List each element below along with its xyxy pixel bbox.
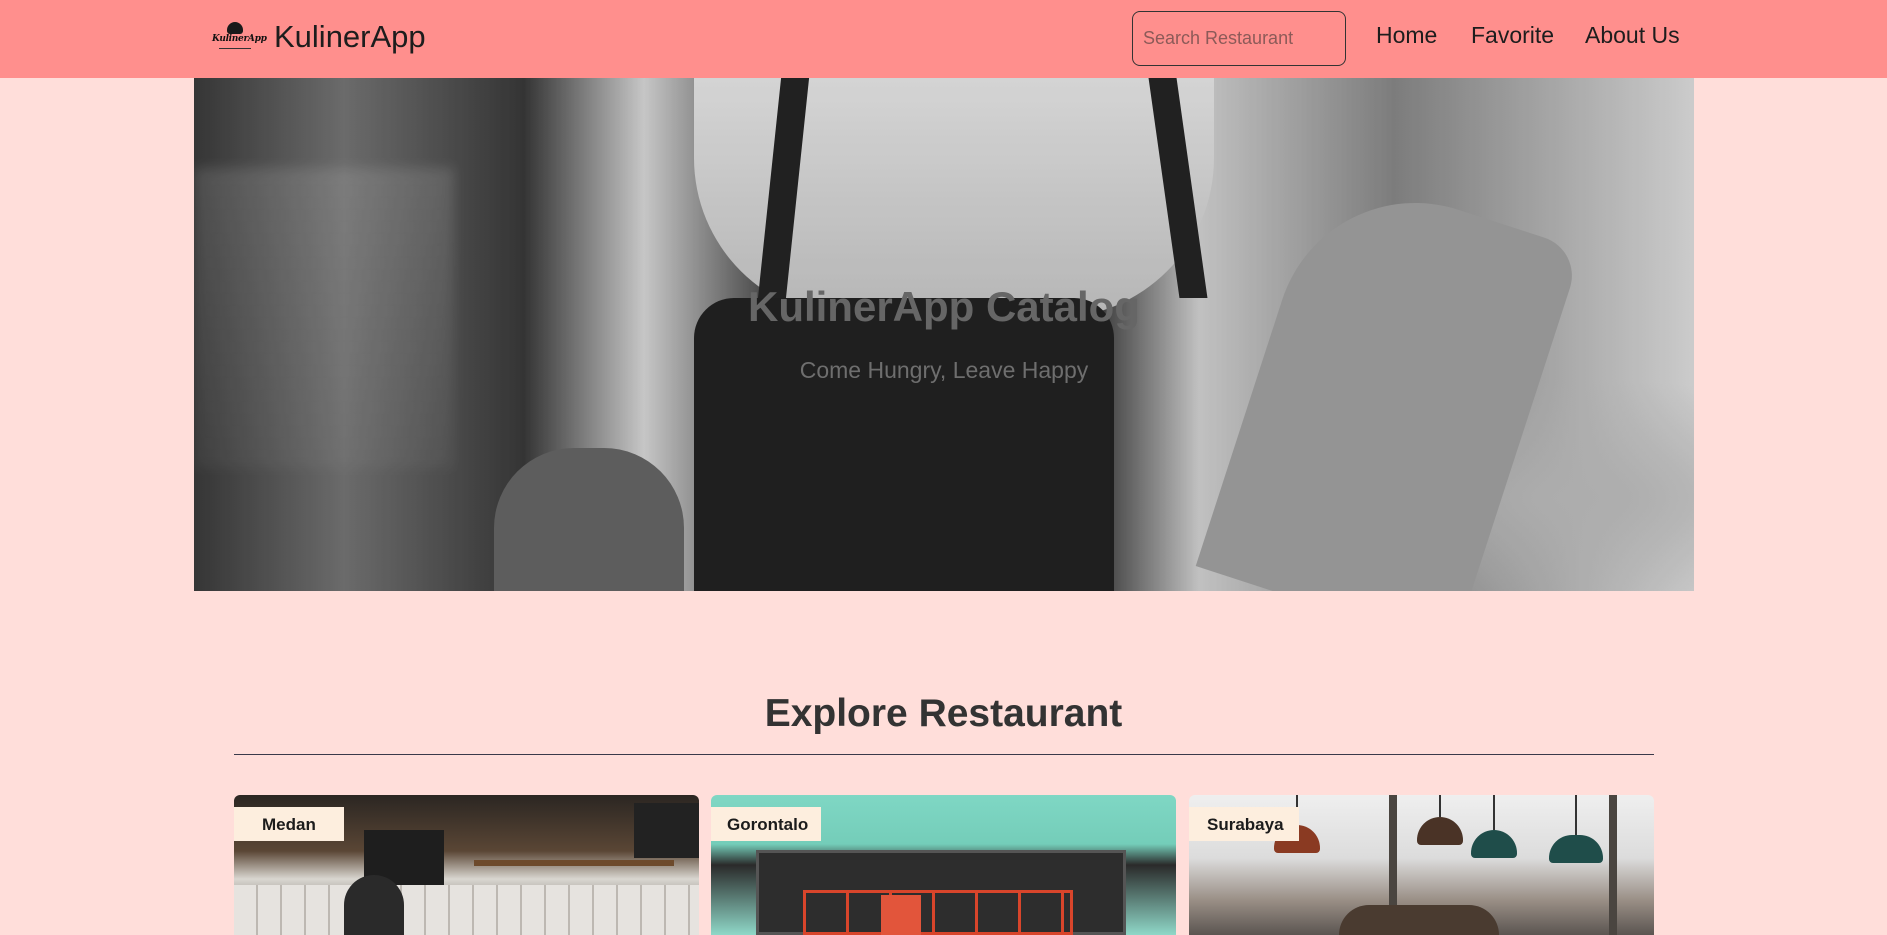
restaurant-card[interactable]: Surabaya xyxy=(1189,795,1654,935)
hero-subtitle: Come Hungry, Leave Happy xyxy=(799,357,1089,383)
card-image-door xyxy=(881,895,921,935)
top-navbar: KulinerApp KulinerApp Home Favorite Abou… xyxy=(0,0,1887,78)
brand-name[interactable]: KulinerApp xyxy=(274,19,426,55)
card-image-tiles xyxy=(234,885,699,935)
pendant-lamp xyxy=(1471,830,1517,858)
nav-favorite-link[interactable]: Favorite xyxy=(1471,22,1554,49)
lamp-cord xyxy=(1439,795,1441,817)
card-image-window-frame xyxy=(1609,795,1617,935)
card-image-shelf xyxy=(474,860,674,866)
pendant-lamp xyxy=(1417,817,1463,845)
hero-overlay xyxy=(194,78,1694,591)
hero-banner: KulinerApp Catalog Come Hungry, Leave Ha… xyxy=(194,78,1694,591)
explore-title: Explore Restaurant xyxy=(764,692,1123,735)
search-input[interactable] xyxy=(1132,11,1346,66)
logo-text: KulinerApp xyxy=(212,34,267,44)
city-badge: Medan xyxy=(234,807,344,841)
nav-about-us-link[interactable]: About Us xyxy=(1585,22,1680,49)
chef-hat-logo-icon: KulinerApp xyxy=(210,17,267,57)
brand[interactable]: KulinerApp KulinerApp xyxy=(210,17,426,57)
pendant-lamp xyxy=(1549,835,1603,863)
explore-divider xyxy=(234,754,1654,755)
nav-home-link[interactable]: Home xyxy=(1376,22,1437,49)
restaurant-card[interactable]: Medan xyxy=(234,795,699,935)
card-image-person xyxy=(344,875,404,935)
lamp-cord xyxy=(1575,795,1577,835)
city-badge: Surabaya xyxy=(1189,807,1299,841)
card-image-menu-board xyxy=(634,803,699,858)
lamp-cord xyxy=(1493,795,1495,830)
card-image-window xyxy=(803,890,1073,935)
hero-title: KulinerApp Catalog xyxy=(747,283,1140,330)
city-badge: Gorontalo xyxy=(711,807,821,841)
restaurant-card[interactable]: Gorontalo xyxy=(711,795,1176,935)
card-image-diners xyxy=(1339,905,1499,935)
